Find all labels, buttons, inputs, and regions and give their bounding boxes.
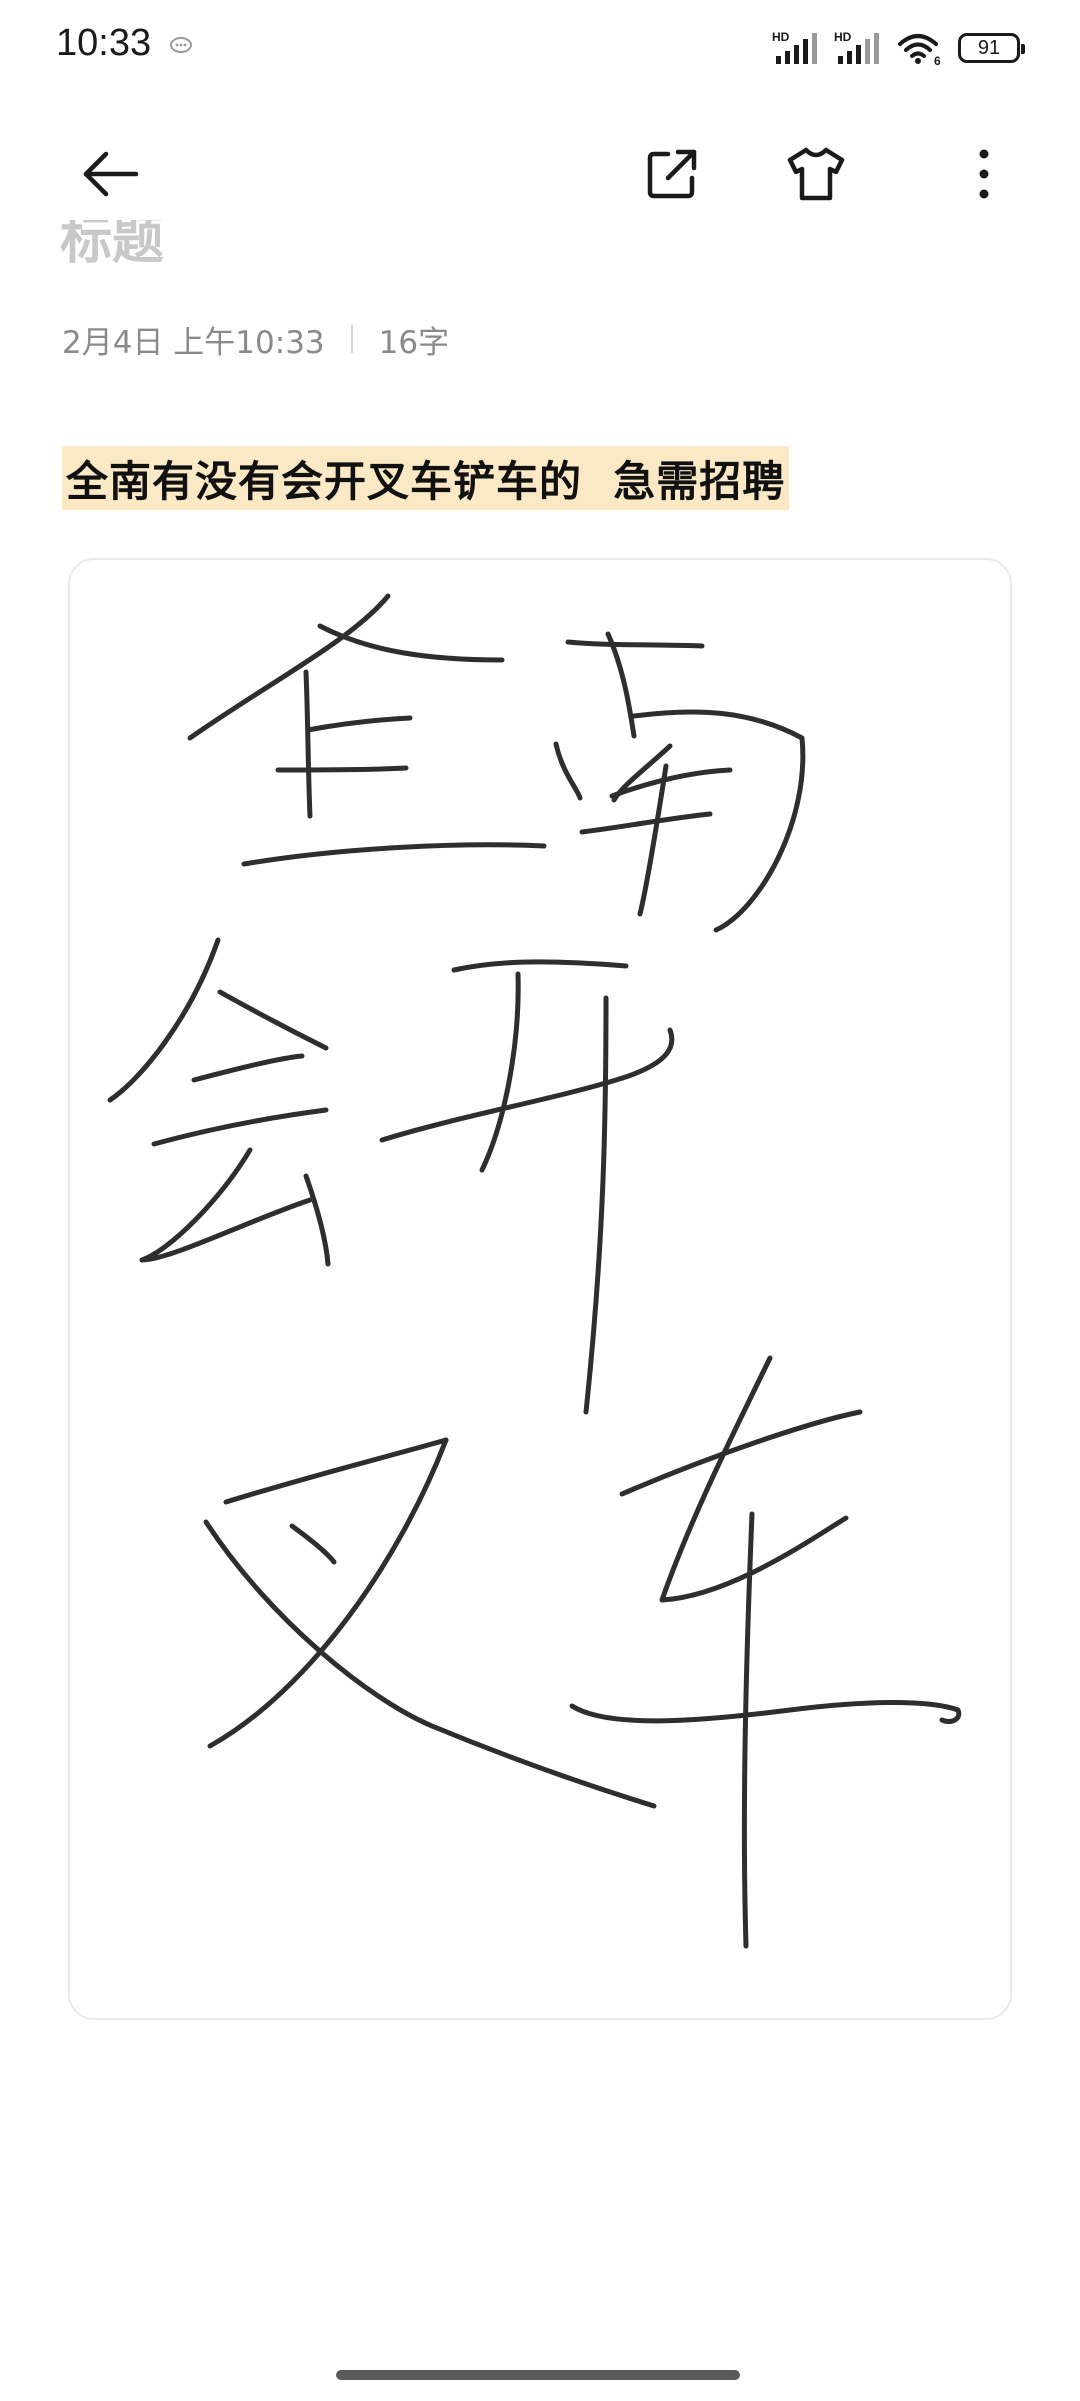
- battery-icon: 91: [958, 33, 1025, 63]
- note-title-area[interactable]: 标题: [60, 220, 660, 276]
- signal2-tag: HD: [834, 30, 852, 44]
- more-vertical-icon: [979, 149, 989, 199]
- back-arrow-icon: [83, 151, 139, 197]
- back-button[interactable]: [74, 138, 146, 210]
- handwriting-strokes: [107, 593, 962, 1949]
- note-title[interactable]: 标题: [60, 220, 164, 273]
- share-button[interactable]: [636, 138, 708, 210]
- note-toolbar: [0, 120, 1080, 220]
- home-indicator[interactable]: [336, 2370, 740, 2380]
- cellular-signal-1-icon: HD: [772, 30, 817, 64]
- theme-shirt-icon: [787, 147, 845, 201]
- note-date: 2月4日 上午10:33: [62, 324, 325, 361]
- status-indicators: HD HD 6 91: [772, 28, 1025, 68]
- note-meta: 2月4日 上午10:33 16字: [62, 314, 449, 364]
- wifi-tag: 6: [934, 54, 941, 66]
- status-bar: 10:33 HD HD 6 91: [0, 0, 1080, 100]
- meta-divider: [350, 325, 353, 353]
- signal1-tag: HD: [772, 30, 790, 44]
- more-options-button[interactable]: [948, 138, 1020, 210]
- battery-level: 91: [977, 36, 1001, 59]
- handwriting-image[interactable]: [68, 558, 1012, 2020]
- note-highlighted-text[interactable]: 全南有没有会开叉车铲车的 急需招聘: [62, 446, 790, 510]
- share-export-icon: [647, 149, 697, 199]
- status-time: 10:33: [56, 22, 152, 64]
- cellular-signal-2-icon: HD: [834, 30, 879, 64]
- wifi-icon: 6: [898, 34, 941, 66]
- notification-icon: [170, 37, 192, 53]
- theme-button[interactable]: [780, 138, 852, 210]
- note-word-count: 16字: [378, 324, 450, 361]
